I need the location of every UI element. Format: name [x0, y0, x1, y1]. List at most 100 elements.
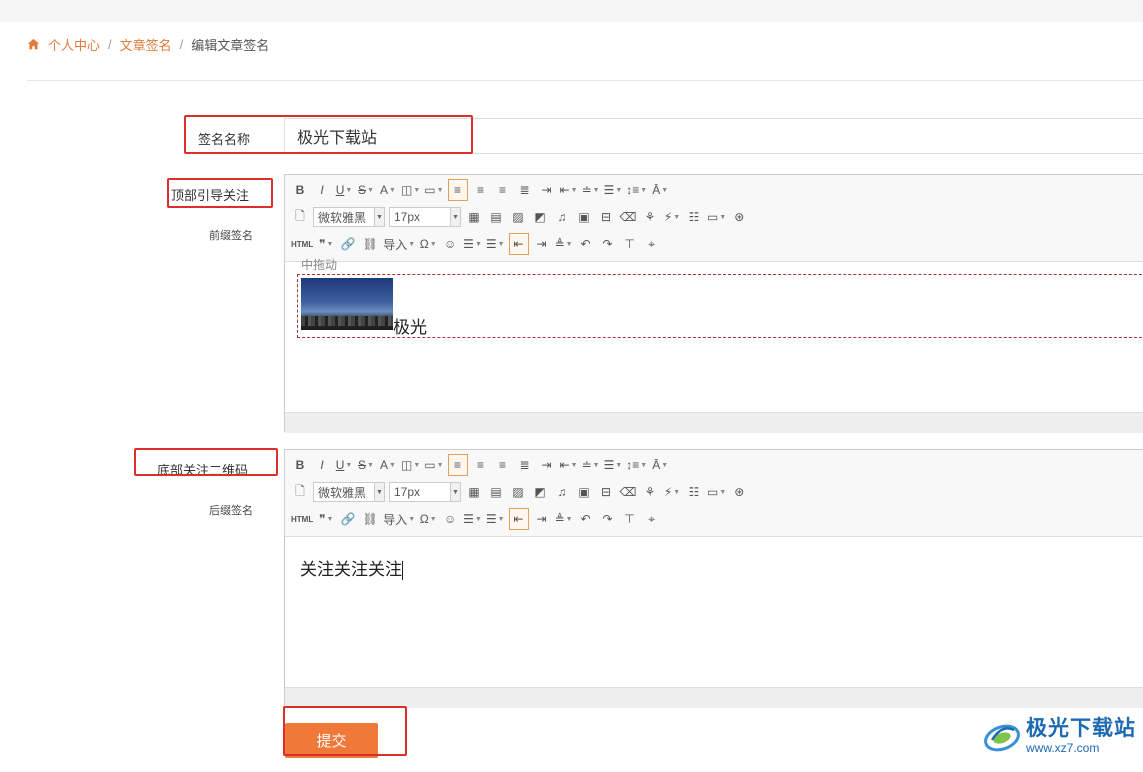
align-center-icon[interactable]: ≡	[472, 180, 490, 200]
insert-left-icon[interactable]: ⇤	[508, 233, 529, 255]
outdent-icon[interactable]: ⇤ ▼	[560, 180, 578, 200]
emoji-icon[interactable]: ☺	[441, 509, 459, 529]
redo-icon[interactable]: ↷	[599, 234, 617, 254]
unordered-list-icon[interactable]: ☰ ▼	[486, 234, 505, 254]
magic-wand-icon[interactable]: ⚡ ▼	[663, 482, 681, 502]
gallery-icon[interactable]: ◩	[531, 482, 549, 502]
blockquote-icon[interactable]: ❞ ▼	[317, 509, 335, 529]
blockquote-icon[interactable]: ❞ ▼	[317, 234, 335, 254]
row-spacing-icon[interactable]: ☰ ▼	[604, 180, 623, 200]
font-size-select[interactable]: 17px ▼	[389, 207, 461, 227]
background-color-icon[interactable]: ▭ ▼	[424, 455, 443, 475]
map-icon[interactable]: ⌖	[643, 509, 661, 529]
format-brush-icon[interactable]: ⚘	[641, 207, 659, 227]
font-case-icon[interactable]: Ā ▼	[651, 180, 669, 200]
text-border-icon[interactable]: ◫ ▼	[401, 455, 420, 475]
list-icon[interactable]: ☷	[685, 207, 703, 227]
align-justify-icon[interactable]: ≣	[516, 180, 534, 200]
list-icon[interactable]: ☷	[685, 482, 703, 502]
new-document-icon[interactable]: 🗋	[291, 482, 309, 502]
insert-left-icon[interactable]: ⇤	[508, 508, 529, 530]
undo-icon[interactable]: ↶	[577, 234, 595, 254]
link-icon[interactable]: 🔗	[339, 234, 357, 254]
line-height-icon[interactable]: ↕≡ ▼	[626, 180, 647, 200]
align-center-icon[interactable]: ≡	[472, 455, 490, 475]
align-left-icon[interactable]: ≡	[447, 454, 468, 476]
table-icon[interactable]: ▦	[465, 207, 483, 227]
bold-button[interactable]: B	[291, 455, 309, 475]
align-justify-icon[interactable]: ≣	[516, 455, 534, 475]
paragraph-spacing-icon[interactable]: ≐ ▼	[582, 455, 600, 475]
music-icon[interactable]: ♫	[553, 207, 571, 227]
breadcrumb-home-link[interactable]: 个人中心	[48, 35, 100, 54]
find-replace-icon[interactable]: ⊛	[730, 207, 748, 227]
grid-icon[interactable]: ▤	[487, 207, 505, 227]
line-height-icon[interactable]: ↕≡ ▼	[626, 455, 647, 475]
import-button[interactable]: 导入 ▼	[383, 234, 415, 254]
background-color-icon[interactable]: ▭ ▼	[424, 180, 443, 200]
unlink-icon[interactable]: ⛓	[361, 234, 379, 254]
ordered-list-icon[interactable]: ☰ ▼	[463, 234, 482, 254]
page-break-icon[interactable]: ⊟	[597, 207, 615, 227]
horizontal-rule-icon[interactable]: ⊤	[621, 509, 639, 529]
special-char-icon[interactable]: Ω ▼	[419, 509, 437, 529]
import-button[interactable]: 导入 ▼	[383, 509, 415, 529]
insert-right-icon[interactable]: ⇥	[533, 509, 551, 529]
font-color-button[interactable]: A ▼	[379, 455, 397, 475]
grid-icon[interactable]: ▤	[487, 482, 505, 502]
horizontal-rule-icon[interactable]: ⊤	[621, 234, 639, 254]
image-icon[interactable]: ▨	[509, 482, 527, 502]
frame-icon[interactable]: ▭ ▼	[707, 482, 726, 502]
special-char-icon[interactable]: Ω ▼	[419, 234, 437, 254]
image-icon[interactable]: ▨	[509, 207, 527, 227]
font-size-select[interactable]: 17px ▼	[389, 482, 461, 502]
indent-icon[interactable]: ⇥	[538, 455, 556, 475]
unordered-list-icon[interactable]: ☰ ▼	[486, 509, 505, 529]
bold-button[interactable]: B	[291, 180, 309, 200]
map-icon[interactable]: ⌖	[643, 234, 661, 254]
font-family-select[interactable]: 微软雅黑 ▼	[313, 482, 385, 502]
align-right-icon[interactable]: ≡	[494, 180, 512, 200]
insert-right-icon[interactable]: ⇥	[533, 234, 551, 254]
strikethrough-button[interactable]: S ▼	[357, 180, 375, 200]
heading-icon[interactable]: ≜ ▼	[555, 234, 573, 254]
underline-button[interactable]: U ▼	[335, 180, 353, 200]
align-left-icon[interactable]: ≡	[447, 179, 468, 201]
html-source-button[interactable]: HTML	[291, 234, 313, 254]
ordered-list-icon[interactable]: ☰ ▼	[463, 509, 482, 529]
font-family-select[interactable]: 微软雅黑 ▼	[313, 207, 385, 227]
link-icon[interactable]: 🔗	[339, 509, 357, 529]
editor-content-area[interactable]: 中拖动 极光	[285, 258, 1143, 412]
page-break-icon[interactable]: ⊟	[597, 482, 615, 502]
eraser-icon[interactable]: ⌫	[619, 482, 637, 502]
editor-content-area[interactable]: 关注关注关注	[285, 537, 1143, 687]
video-icon[interactable]: ▣	[575, 482, 593, 502]
font-case-icon[interactable]: Ā ▼	[651, 455, 669, 475]
italic-button[interactable]: I	[313, 455, 331, 475]
align-right-icon[interactable]: ≡	[494, 455, 512, 475]
music-icon[interactable]: ♫	[553, 482, 571, 502]
signature-block[interactable]: 极光	[297, 274, 1143, 338]
html-source-button[interactable]: HTML	[291, 509, 313, 529]
table-icon[interactable]: ▦	[465, 482, 483, 502]
undo-icon[interactable]: ↶	[577, 509, 595, 529]
new-document-icon[interactable]: 🗋	[291, 207, 309, 227]
format-brush-icon[interactable]: ⚘	[641, 482, 659, 502]
underline-button[interactable]: U ▼	[335, 455, 353, 475]
row-spacing-icon[interactable]: ☰ ▼	[604, 455, 623, 475]
emoji-icon[interactable]: ☺	[441, 234, 459, 254]
magic-wand-icon[interactable]: ⚡ ▼	[663, 207, 681, 227]
redo-icon[interactable]: ↷	[599, 509, 617, 529]
night-city-image[interactable]	[301, 278, 393, 330]
strikethrough-button[interactable]: S ▼	[357, 455, 375, 475]
indent-icon[interactable]: ⇥	[538, 180, 556, 200]
video-icon[interactable]: ▣	[575, 207, 593, 227]
eraser-icon[interactable]: ⌫	[619, 207, 637, 227]
gallery-icon[interactable]: ◩	[531, 207, 549, 227]
italic-button[interactable]: I	[313, 180, 331, 200]
heading-icon[interactable]: ≜ ▼	[555, 509, 573, 529]
text-border-icon[interactable]: ◫ ▼	[401, 180, 420, 200]
breadcrumb-section-link[interactable]: 文章签名	[120, 35, 172, 54]
find-replace-icon[interactable]: ⊛	[730, 482, 748, 502]
outdent-icon[interactable]: ⇤ ▼	[560, 455, 578, 475]
